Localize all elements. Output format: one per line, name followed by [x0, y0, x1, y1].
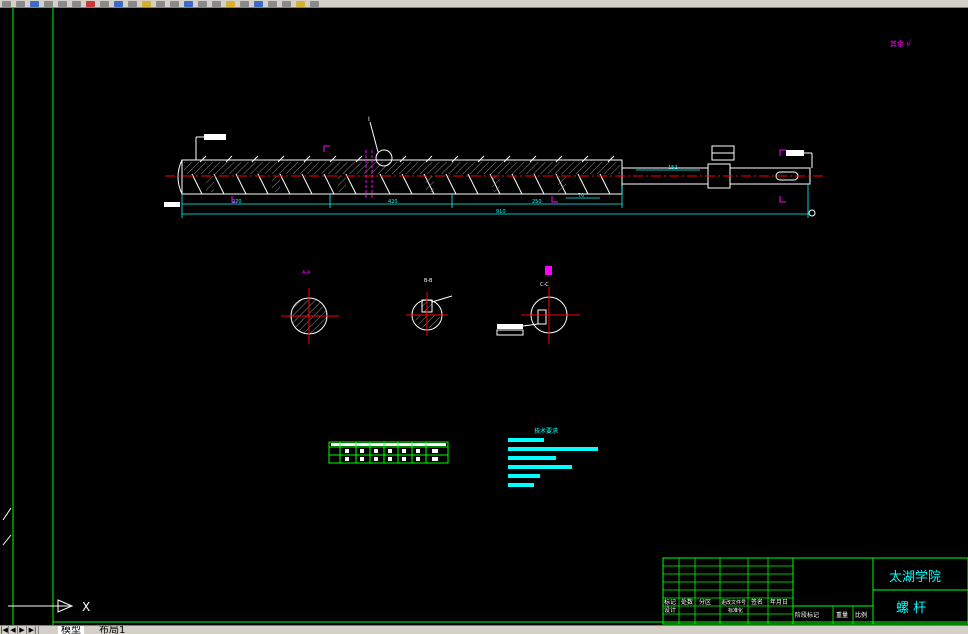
title-block: 标记 处数 分区 更改文件号 签名 年月日 设计 标准化 阶段标记 重量 比例 … — [662, 557, 968, 625]
print-icon[interactable] — [44, 0, 53, 7]
redo-icon[interactable] — [156, 0, 165, 7]
school-name: 太湖学院 — [889, 569, 941, 585]
label-standardize: 标准化 — [728, 607, 743, 614]
zoom-realtime-icon[interactable] — [184, 0, 193, 7]
markup-icon[interactable] — [282, 0, 291, 7]
label-date: 年月日 — [770, 598, 788, 606]
datum-symbol — [808, 209, 816, 217]
help-icon[interactable] — [310, 0, 319, 7]
new-icon[interactable] — [2, 0, 11, 7]
tech-req-title: 技术要求 — [534, 427, 558, 435]
match-properties-icon[interactable] — [128, 0, 137, 7]
label-sign: 签名 — [751, 598, 763, 606]
dim-910: 910 — [496, 209, 506, 215]
detail-leader — [369, 121, 379, 153]
properties-icon[interactable] — [226, 0, 235, 7]
section-view-b: B-B — [406, 278, 453, 336]
technical-requirements: 技术要求 — [508, 427, 598, 487]
label-mark: 标记 — [664, 598, 676, 606]
section-c-marker — [545, 266, 552, 275]
tool-palettes-icon[interactable] — [254, 0, 263, 7]
section-b-label: B-B — [424, 278, 433, 284]
roughness-symbol: √ — [906, 39, 912, 48]
label-change-doc: 更改文件号 — [721, 599, 746, 606]
parameter-table — [328, 441, 449, 464]
detail-label: I — [368, 116, 370, 123]
preview-icon[interactable] — [58, 0, 67, 7]
copy-icon[interactable] — [100, 0, 109, 7]
dim-70: 70 — [578, 193, 584, 199]
sheet-set-icon[interactable] — [268, 0, 277, 7]
shaft-left-end — [177, 159, 183, 195]
section-view-c: C-C — [496, 266, 580, 344]
shaft-hatch — [184, 162, 620, 174]
zoom-window-icon[interactable] — [198, 0, 207, 7]
screw-shaft-view: I — [165, 116, 825, 200]
thread-flights — [191, 155, 615, 195]
open-icon[interactable] — [16, 0, 25, 7]
pan-icon[interactable] — [170, 0, 179, 7]
label-count: 处数 — [681, 598, 693, 606]
cut-icon[interactable] — [86, 0, 95, 7]
paste-icon[interactable] — [114, 0, 123, 7]
publish-icon[interactable] — [72, 0, 81, 7]
drawing-svg: 其余 √ I 270 420 250 910 70 152 A-A B-B C-… — [2, 8, 968, 625]
dim-250: 250 — [532, 199, 542, 205]
ucs-x-label: X — [82, 600, 90, 614]
part-name: 螺 杆 — [896, 601, 926, 616]
label-scale: 比例 — [855, 611, 867, 619]
label-design: 设计 — [664, 606, 676, 614]
design-center-icon[interactable] — [240, 0, 249, 7]
dim-420: 420 — [388, 199, 398, 205]
calculator-icon[interactable] — [296, 0, 305, 7]
roughness-note: 其余 — [890, 39, 904, 48]
undo-icon[interactable] — [142, 0, 151, 7]
label-stage-mark: 阶段标记 — [795, 611, 819, 619]
section-a-label: A-A — [302, 270, 311, 276]
top-toolbar — [0, 0, 968, 8]
label-zone: 分区 — [699, 598, 711, 606]
section-view-a: A-A — [281, 270, 339, 344]
drawing-canvas[interactable]: 其余 √ I 270 420 250 910 70 152 A-A B-B C-… — [0, 8, 968, 625]
section-c-label: C-C — [540, 282, 549, 288]
save-icon[interactable] — [30, 0, 39, 7]
label-weight: 重量 — [836, 611, 848, 619]
ucs-icon: X — [2, 507, 90, 614]
zoom-previous-icon[interactable] — [212, 0, 221, 7]
dim-152: 152 — [668, 165, 678, 171]
